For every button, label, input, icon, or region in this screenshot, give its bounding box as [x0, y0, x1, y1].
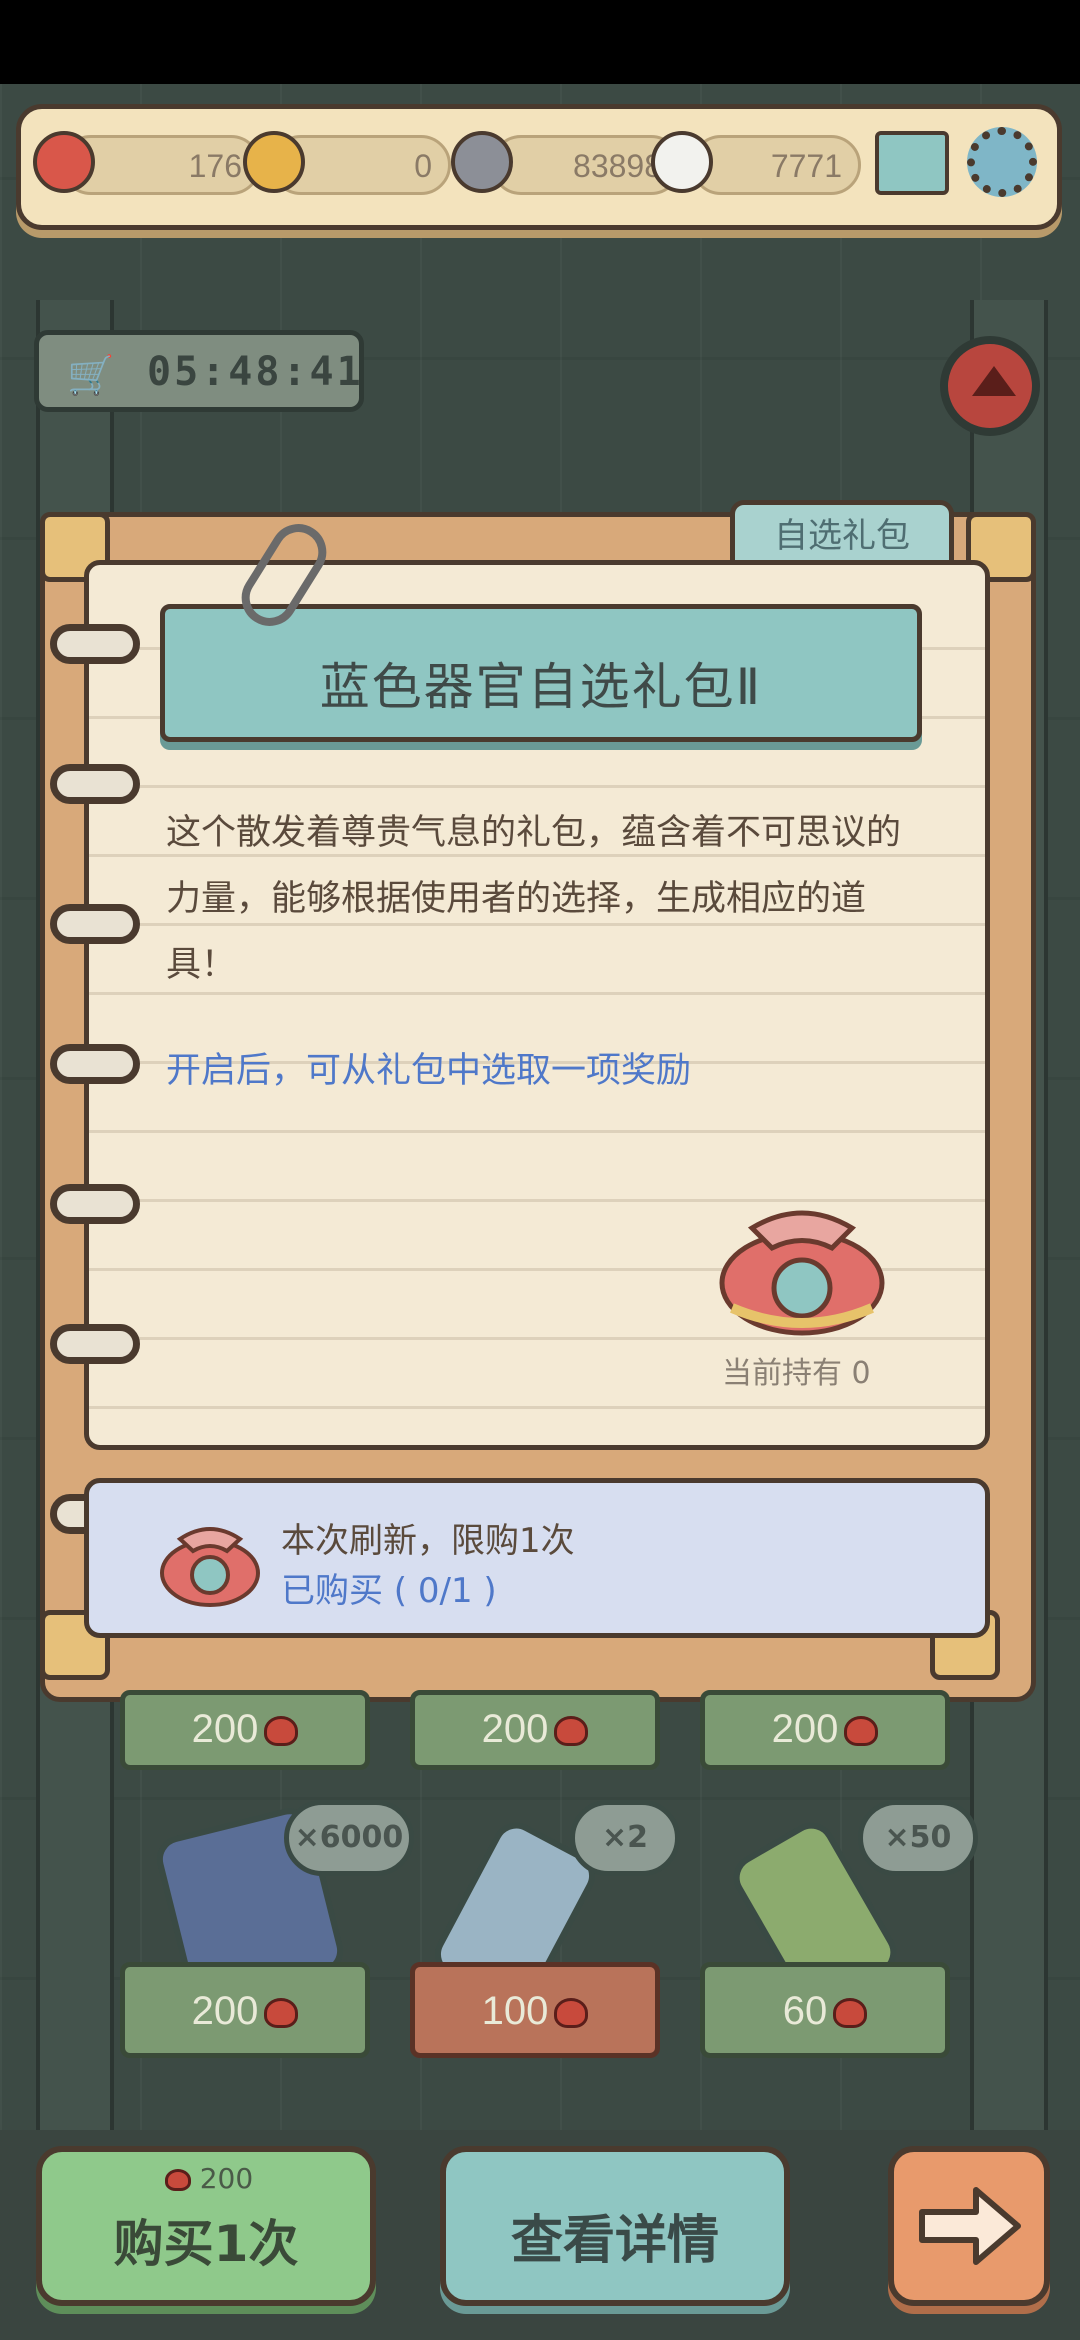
golden-heart-icon [243, 131, 305, 193]
notebook-ring [50, 764, 140, 804]
arrow-up-icon [972, 366, 1016, 396]
mail-icon[interactable] [875, 131, 949, 195]
notebook-ring [50, 1044, 140, 1084]
heart-icon [554, 1716, 589, 1747]
heart-icon [33, 131, 95, 193]
next-button[interactable] [888, 2146, 1050, 2306]
quantity-badge: ×2 [570, 1800, 680, 1876]
notebook-ring [50, 1184, 140, 1224]
heart-icon [833, 1998, 868, 2029]
settings-gear-icon[interactable] [967, 127, 1037, 197]
cart-icon: 🛒 [67, 353, 115, 397]
quantity-badge: ×50 [858, 1800, 978, 1876]
buy-once-button[interactable]: 200 购买1次 [36, 2146, 376, 2306]
notebook-ring [50, 1324, 140, 1364]
purchase-limit-text: 本次刷新，限购1次 [281, 1521, 575, 1561]
gift-bag-small-icon [160, 1527, 260, 1607]
heart-icon [164, 2169, 191, 2191]
white-soul-icon [651, 131, 713, 193]
item-description: 这个散发着尊贵气息的礼包，蕴含着不可思议的力量，能够根据使用者的选择，生成相应的… [166, 813, 902, 985]
notebook-ring [50, 904, 140, 944]
white-soul-counter: 7771 [691, 135, 861, 195]
heart-icon [844, 1716, 879, 1747]
scroll-up-button[interactable] [940, 336, 1040, 436]
purchase-limit-panel: 本次刷新，限购1次 已购买 ( 0/1 ) [84, 1478, 990, 1638]
held-count-label: 当前持有 0 [722, 1356, 871, 1391]
refresh-timer: 🛒 05:48:41 [34, 330, 364, 412]
shop-price-tag[interactable]: 200 [410, 1690, 660, 1770]
shop-price-tag[interactable]: 60 [700, 1962, 950, 2058]
shop-price-tag[interactable]: 200 [700, 1690, 950, 1770]
heart-icon [554, 1998, 589, 2029]
item-title: 蓝色器官自选礼包Ⅱ [319, 658, 763, 716]
grey-soul-icon [451, 131, 513, 193]
arrow-right-icon [919, 2187, 1021, 2265]
purchased-count-text: 已购买 ( 0/1 ) [281, 1571, 497, 1611]
notebook-ring [50, 624, 140, 664]
quantity-badge: ×6000 [284, 1800, 414, 1876]
heart-icon [264, 1716, 299, 1747]
shop-price-tag[interactable]: 100 [410, 1962, 660, 2058]
shop-price-tag[interactable]: 200 [120, 1962, 370, 2058]
resource-bar: 176 0 83898 7771 [16, 104, 1062, 230]
item-hint: 开启后，可从礼包中选取一项奖励 [166, 1051, 692, 1091]
heart-icon [264, 1998, 299, 2029]
shop-price-tag[interactable]: 200 [120, 1690, 370, 1770]
view-details-button[interactable]: 查看详情 [440, 2146, 790, 2306]
gift-bag-icon [719, 1210, 885, 1336]
